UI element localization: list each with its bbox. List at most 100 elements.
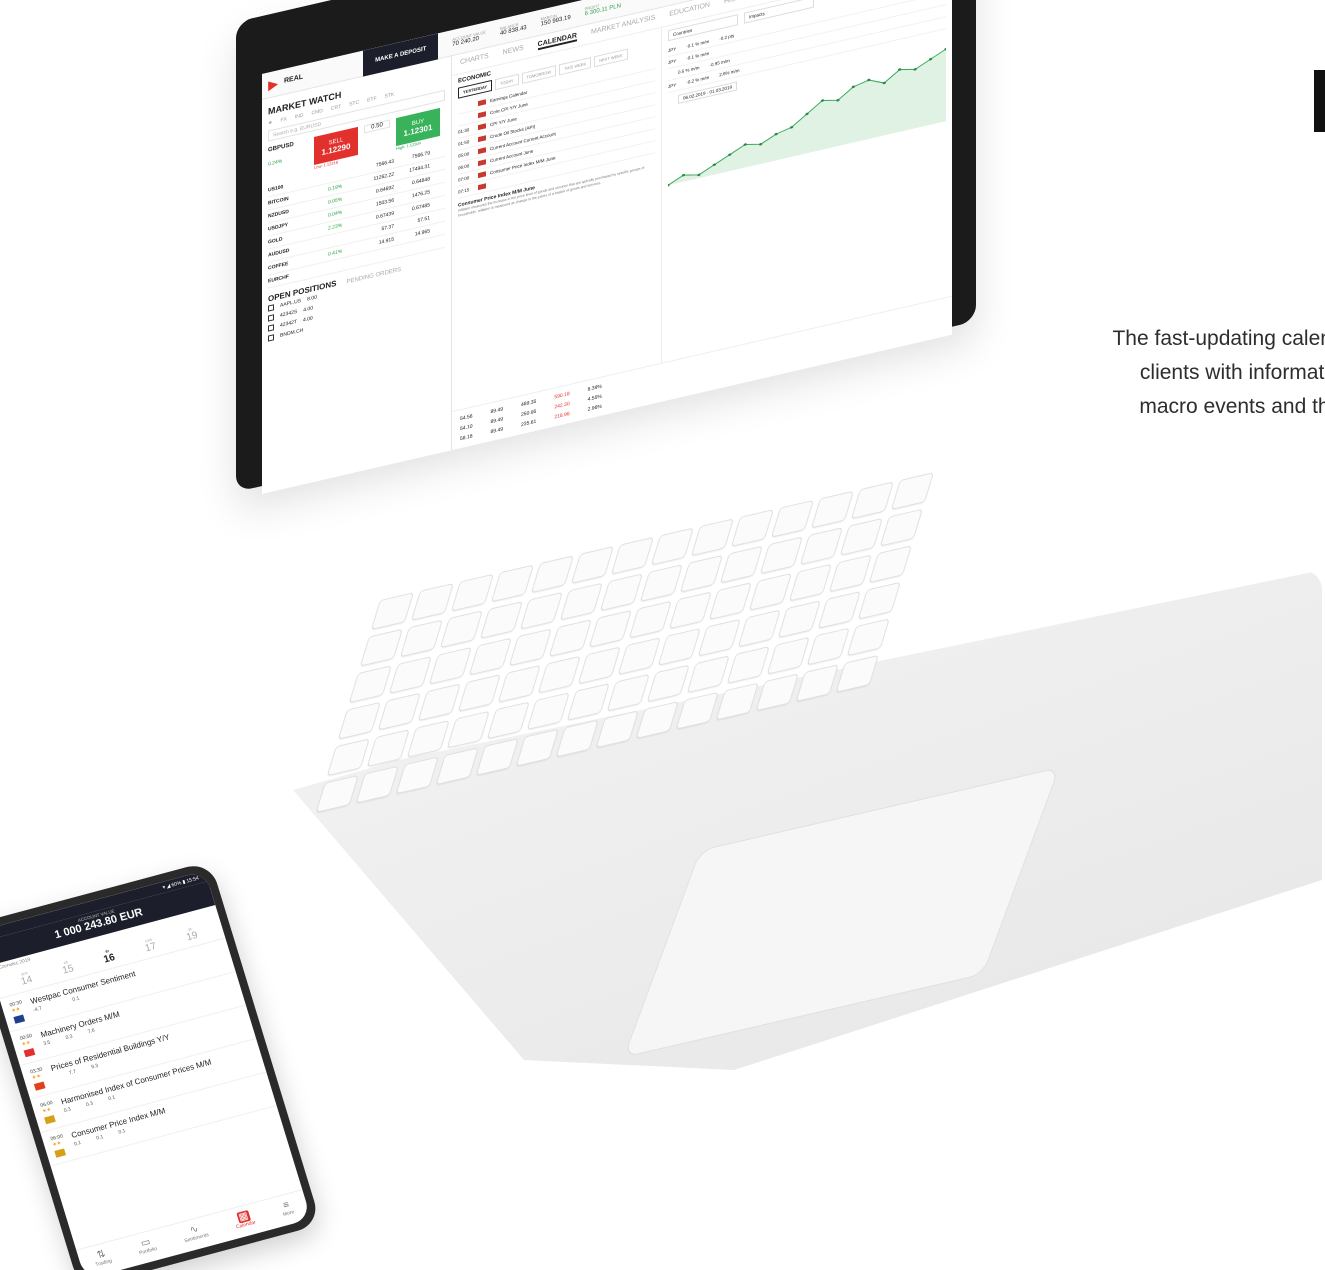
- keyboard-key: [348, 665, 392, 704]
- keyboard-key: [657, 627, 701, 666]
- market-watch-tab[interactable]: IND: [295, 112, 304, 120]
- event-forecast: 0.3: [85, 1100, 94, 1109]
- nav-sentiments[interactable]: ∿ Sentiments: [180, 1222, 210, 1245]
- keyboard-key: [868, 545, 912, 584]
- keyboard-key: [737, 609, 781, 648]
- quantity-stepper[interactable]: 0.50: [364, 119, 390, 134]
- country-flag-icon: [478, 183, 486, 191]
- position-checkbox[interactable]: [268, 324, 274, 332]
- market-watch-tab[interactable]: ETF: [367, 96, 376, 104]
- net-profit-percent: 2.96%: [587, 403, 602, 413]
- keyboard-key: [846, 618, 890, 657]
- keyboard-key: [577, 646, 621, 685]
- nav-calendar[interactable]: ▦ Calendar: [232, 1209, 257, 1230]
- day-chip[interactable]: pon 14: [18, 969, 34, 988]
- position-symbol: BNDM.CH: [280, 327, 304, 339]
- event-meta: 00:50 ★★: [19, 1032, 41, 1058]
- keyboard-key: [566, 682, 610, 721]
- keyboard-key: [599, 573, 643, 612]
- event-actual: 0.1: [71, 995, 81, 1004]
- market-watch-tab[interactable]: STC: [349, 100, 359, 108]
- keyboard-key: [508, 628, 552, 667]
- position-checkbox[interactable]: [268, 304, 274, 312]
- day-number: 16: [102, 952, 117, 966]
- keyboard-key: [559, 582, 603, 621]
- keyboard-key: [468, 637, 512, 676]
- keyboard-key: [395, 756, 439, 795]
- event-actual: 7.6: [87, 1027, 96, 1036]
- keyboard-key: [570, 545, 614, 584]
- event-previous: [53, 1075, 55, 1081]
- keyboard-key: [555, 719, 599, 758]
- keyboard-key: [770, 499, 814, 538]
- keyboard-key: [795, 664, 839, 703]
- account-metric: MARGIN 150 993.19: [541, 10, 571, 28]
- keyboard-key: [417, 683, 461, 722]
- keyboard-key: [588, 609, 632, 648]
- day-chip[interactable]: wt 15: [60, 958, 75, 976]
- keyboard-key: [490, 564, 534, 603]
- account-type-select[interactable]: REAL: [284, 74, 303, 85]
- market-watch-tab[interactable]: FX: [280, 116, 286, 123]
- day-tab[interactable]: TODAY: [495, 73, 519, 91]
- day-chip[interactable]: pt 19: [184, 925, 199, 943]
- event-meta: 00:30 ★★: [9, 999, 31, 1024]
- market-watch-tab[interactable]: STK: [385, 91, 395, 99]
- nav-tab-news[interactable]: NEWS: [503, 45, 524, 59]
- event-forecast: 0.5 % m/m: [678, 64, 700, 75]
- event-forecast: 7.7: [68, 1068, 77, 1077]
- keyboard-key: [810, 490, 854, 529]
- keyboard-key: [497, 664, 541, 703]
- keyboard-key: [548, 619, 592, 658]
- keyboard-key: [650, 527, 694, 566]
- event-forecast: -0.2 % m/m: [686, 74, 710, 86]
- day-number: 19: [185, 929, 200, 944]
- event-time: 06:00: [458, 163, 470, 171]
- market-watch-tab[interactable]: ★: [268, 120, 272, 127]
- keyboard-key: [730, 509, 774, 547]
- keyboard-key: [315, 774, 359, 813]
- keyboard-key: [606, 673, 650, 712]
- keyboard-key: [679, 554, 723, 593]
- position-checkbox[interactable]: [268, 314, 274, 322]
- country-flag-icon: [13, 1014, 26, 1024]
- nav-portfolio[interactable]: ▭ Portfolio: [135, 1235, 158, 1257]
- nav-trading[interactable]: ⇅ Trading: [92, 1247, 113, 1269]
- keyboard-key: [839, 517, 883, 556]
- event-time: 01:50: [458, 139, 470, 147]
- market-watch-tab[interactable]: CRT: [331, 104, 341, 112]
- market-watch-tab[interactable]: CMD: [312, 108, 323, 117]
- nav-tab-charts[interactable]: CHARTS: [460, 53, 489, 69]
- keyboard-key: [697, 618, 741, 657]
- country-flag-icon: [478, 111, 486, 119]
- account-metric: ACCOUNT VALUE 70 240.20: [452, 29, 486, 48]
- gross-profit: 235.61: [521, 418, 537, 429]
- keyboard-key: [788, 563, 832, 602]
- keyboard-key: [326, 738, 370, 777]
- keyboard-key: [857, 581, 901, 620]
- day-number: 14: [19, 974, 34, 988]
- country-flag-icon: [478, 99, 486, 107]
- account-metric: PROFIT 6 300.11 PLN: [585, 0, 621, 18]
- keyboard-key: [635, 701, 679, 739]
- day-number: 15: [61, 963, 76, 977]
- keyboard-key: [639, 564, 683, 603]
- nav-more[interactable]: ≡ More: [279, 1199, 295, 1217]
- event-forecast: [56, 1001, 58, 1007]
- position-checkbox[interactable]: [268, 334, 274, 342]
- day-chip[interactable]: czw 17: [142, 936, 158, 955]
- keyboard-key: [359, 628, 403, 667]
- keyboard-key: [406, 719, 450, 758]
- event-forecast: 0.1: [95, 1134, 105, 1142]
- center-panel: CHARTS NEWS CALENDAR MARKET ANALYSIS EDUCATI…: [452, 0, 952, 451]
- calendar-events-panel: ECONOMIC YESTERDAY TODAY TOMORROW THIS WEEK…: [452, 27, 662, 412]
- keyboard-key: [377, 692, 421, 731]
- day-chip[interactable]: śr 16: [101, 947, 116, 965]
- keyboard-key: [486, 701, 530, 740]
- keyboard-key: [355, 765, 399, 804]
- keyboard-key: [715, 682, 759, 721]
- market-price: 89.49: [490, 426, 504, 436]
- keyboard-key: [817, 590, 861, 629]
- keyboard-key: [399, 619, 443, 658]
- event-time: 07:15: [458, 187, 470, 195]
